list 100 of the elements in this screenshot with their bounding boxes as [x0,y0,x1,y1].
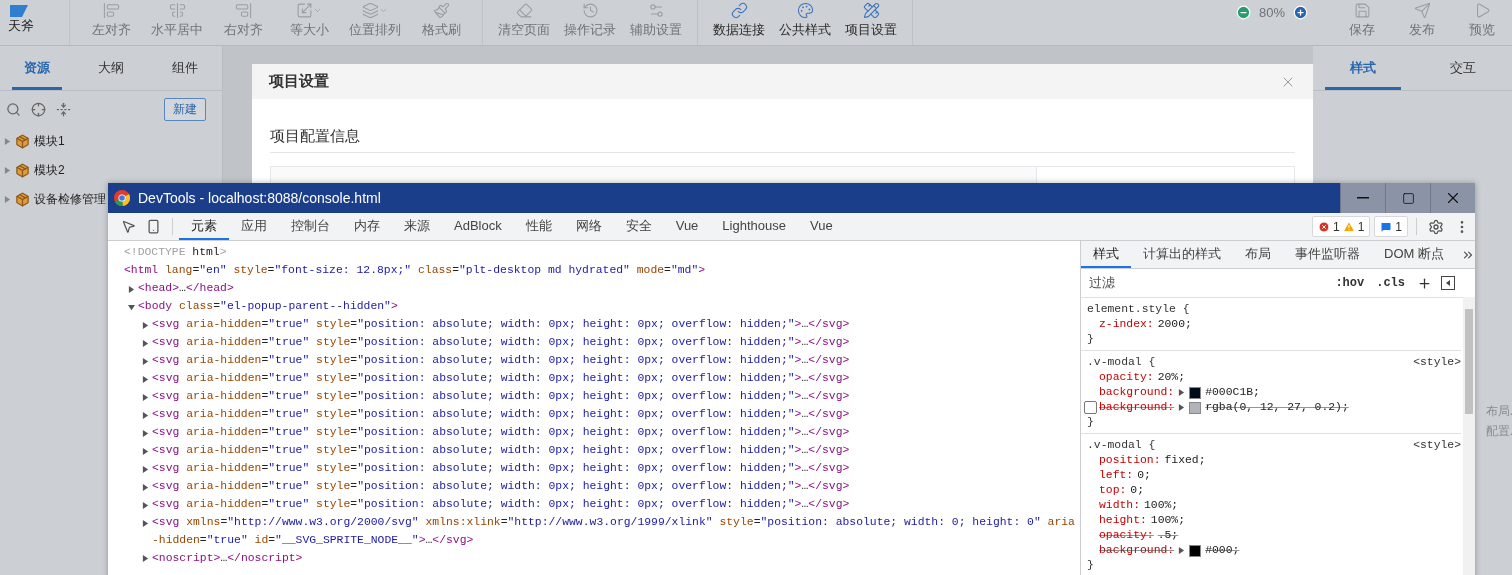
css-value: #000; [1205,543,1240,558]
zoom-out-icon[interactable] [1235,5,1251,20]
styles-tab[interactable]: 事件监听器 [1283,241,1372,268]
color-swatch[interactable] [1189,386,1202,399]
zoom-in-icon[interactable] [1293,5,1308,20]
dom-node-line[interactable]: <svg aria-hidden="true" style="position: absolute; width: 0px; height: 0px; overflow: hidden;">…</svg> [152,370,850,388]
tree-item[interactable]: 模块1 [34,133,65,150]
devtools-tab[interactable]: 网络 [563,213,614,240]
search-icon[interactable] [6,101,21,117]
collapsed-arrow-icon[interactable] [142,501,149,509]
devtools-tab[interactable]: 性能 [513,213,564,240]
panel-tab[interactable]: 大纲 [86,46,136,90]
dom-node-line[interactable]: <svg aria-hidden="true" style="position: absolute; width: 0px; height: 0px; overflow: hidden;">…</svg> [152,334,850,352]
devtools-tab[interactable]: 应用 [229,213,279,240]
devtools-tab[interactable]: 内存 [342,213,392,240]
collapsed-arrow-icon[interactable] [142,465,149,473]
align-right-icon [234,2,252,19]
checkbox[interactable] [1084,401,1097,414]
devtools-tab[interactable]: Vue [663,213,711,240]
dom-node-line[interactable]: <svg aria-hidden="true" style="position: absolute; width: 0px; height: 0px; overflow: hidden;">…</svg> [152,388,850,406]
devtools-tab[interactable]: AdBlock [442,213,514,240]
styles-tab[interactable]: 计算出的样式 [1131,241,1233,268]
devtools-tab[interactable]: 元素 [179,213,229,240]
dom-node-line[interactable]: <svg xmlns="http://www.w3.org/2000/svg" xmlns:xlink="http://www.w3.org/1999/xlink" style="position: absolute; width: 0; height: 0" aria-hidden="true" id="__SVG_SPRITE_NODE__">…</svg> [152,514,1080,550]
devtools-tab[interactable]: Vue [798,213,845,240]
dom-node-line[interactable]: <svg aria-hidden="true" style="position: absolute; width: 0px; height: 0px; overflow: hidden;">…</svg> [152,460,850,478]
collapsed-arrow-icon[interactable] [142,447,149,455]
expanded-arrow-icon[interactable] [128,303,135,311]
dom-node-line[interactable]: <body class="el-popup-parent--hidden"> [138,298,398,316]
styles-tab[interactable]: 布局 [1233,241,1283,268]
rule-source[interactable]: <style> [1413,355,1461,370]
styles-tab[interactable]: DOM 断点 [1372,241,1456,268]
scrollbar[interactable] [1463,297,1475,575]
panel-tab[interactable]: 资源 [12,46,62,90]
dom-node-line[interactable]: <!DOCTYPE html> [124,244,227,262]
save-icon [1353,2,1371,19]
new-button[interactable]: 新建 [164,97,206,121]
dom-node-line[interactable]: <svg aria-hidden="true" style="position: absolute; width: 0px; height: 0px; overflow: hidden;">…</svg> [152,442,850,460]
toolbar-button[interactable]: 项目设置 [838,0,904,45]
toolbar-button[interactable]: 数据连接 [706,0,772,45]
devtools-tab[interactable]: Lighthouse [710,213,798,240]
css-value: #000C1B; [1205,385,1260,400]
dom-node-line[interactable]: <svg aria-hidden="true" style="position: absolute; width: 0px; height: 0px; overflow: hidden;">…</svg> [152,352,850,370]
collapsed-arrow-icon[interactable] [128,285,135,293]
collapsed-arrow-icon[interactable] [142,357,149,365]
dom-node-line[interactable]: <head>…</head> [138,280,234,298]
tree-item[interactable]: 模块2 [34,162,65,179]
collapsed-arrow-icon[interactable] [142,411,149,419]
dom-node-line[interactable]: <svg aria-hidden="true" style="position: absolute; width: 0px; height: 0px; overflow: hidden;">…</svg> [152,478,850,496]
resize-icon [296,2,313,19]
css-property: background: [1099,385,1175,400]
devtools-tab[interactable]: 来源 [392,213,442,240]
section-title: 项目配置信息 [270,127,1295,153]
collapsed-arrow-icon[interactable] [142,429,149,437]
dom-node-line[interactable]: <svg aria-hidden="true" style="position: absolute; width: 0px; height: 0px; overflow: hidden;">…</svg> [152,424,850,442]
dom-node-line[interactable]: <noscript>…</noscript> [152,549,303,568]
text-fragment: 布局. [1485,403,1512,420]
dom-node-line[interactable]: <html lang="en" style="font-size: 12.8px;" class="plt-desktop md hydrated" mode="md"> [124,262,706,280]
collapsed-arrow-icon[interactable] [142,375,149,383]
tree-item[interactable]: 设备检修管理 [34,191,106,208]
collapsed-arrow-icon[interactable] [142,321,149,329]
panel-tab[interactable]: 组件 [160,46,210,90]
closing-brace: } [1087,416,1094,428]
dom-node-line[interactable]: <svg aria-hidden="true" style="position: absolute; width: 0px; height: 0px; overflow: hidden;">…</svg> [152,496,850,514]
dom-node-line[interactable]: <svg aria-hidden="true" style="position: absolute; width: 0px; height: 0px; overflow: hidden;">…</svg> [152,316,850,334]
collapse-icon[interactable] [56,101,71,117]
devtools-tab[interactable]: 安全 [613,213,664,240]
hov-button[interactable]: :hov [1332,276,1368,290]
collapsed-arrow-icon[interactable] [142,519,149,527]
sidebar-toggle-icon[interactable] [1441,276,1455,290]
devtools-tab[interactable]: 控制台 [279,213,342,240]
box-icon [15,163,30,178]
logo-text: 天斧 [8,17,34,35]
color-swatch[interactable] [1189,544,1202,557]
issues-badge[interactable]: 1 1 [1311,216,1371,237]
collapsed-arrow-icon[interactable] [142,555,149,563]
crosshair-icon[interactable] [31,101,46,117]
toolbar-button[interactable]: 公共样式 [772,0,838,45]
css-value: fixed; [1164,453,1206,468]
styles-tab[interactable]: 样式 [1081,241,1131,268]
panel-tab[interactable]: 样式 [1325,46,1401,90]
box-icon [15,192,30,207]
css-selector: element.style { [1087,302,1190,317]
color-swatch[interactable] [1189,401,1202,414]
cls-button[interactable]: .cls [1373,276,1408,290]
collapsed-arrow-icon[interactable] [142,393,149,401]
collapsed-arrow-icon[interactable] [1178,547,1186,554]
palette-icon [796,2,814,19]
dom-node-line[interactable]: <svg aria-hidden="true" style="position: absolute; width: 0px; height: 0px; overflow: hidden;">…</svg> [152,406,850,424]
collapsed-arrow-icon[interactable] [142,339,149,347]
minimize-icon [1357,197,1369,199]
messages-badge[interactable]: 1 [1374,216,1408,237]
collapsed-arrow-icon[interactable] [142,483,149,491]
css-selector: .v-modal { [1087,438,1156,453]
rule-source[interactable]: <style> [1413,438,1461,453]
box-icon [15,134,30,149]
panel-tab[interactable]: 交互 [1425,46,1501,90]
maximize-icon [1401,191,1415,205]
maximize-button[interactable] [1385,183,1430,213]
css-property: top: [1099,483,1127,498]
